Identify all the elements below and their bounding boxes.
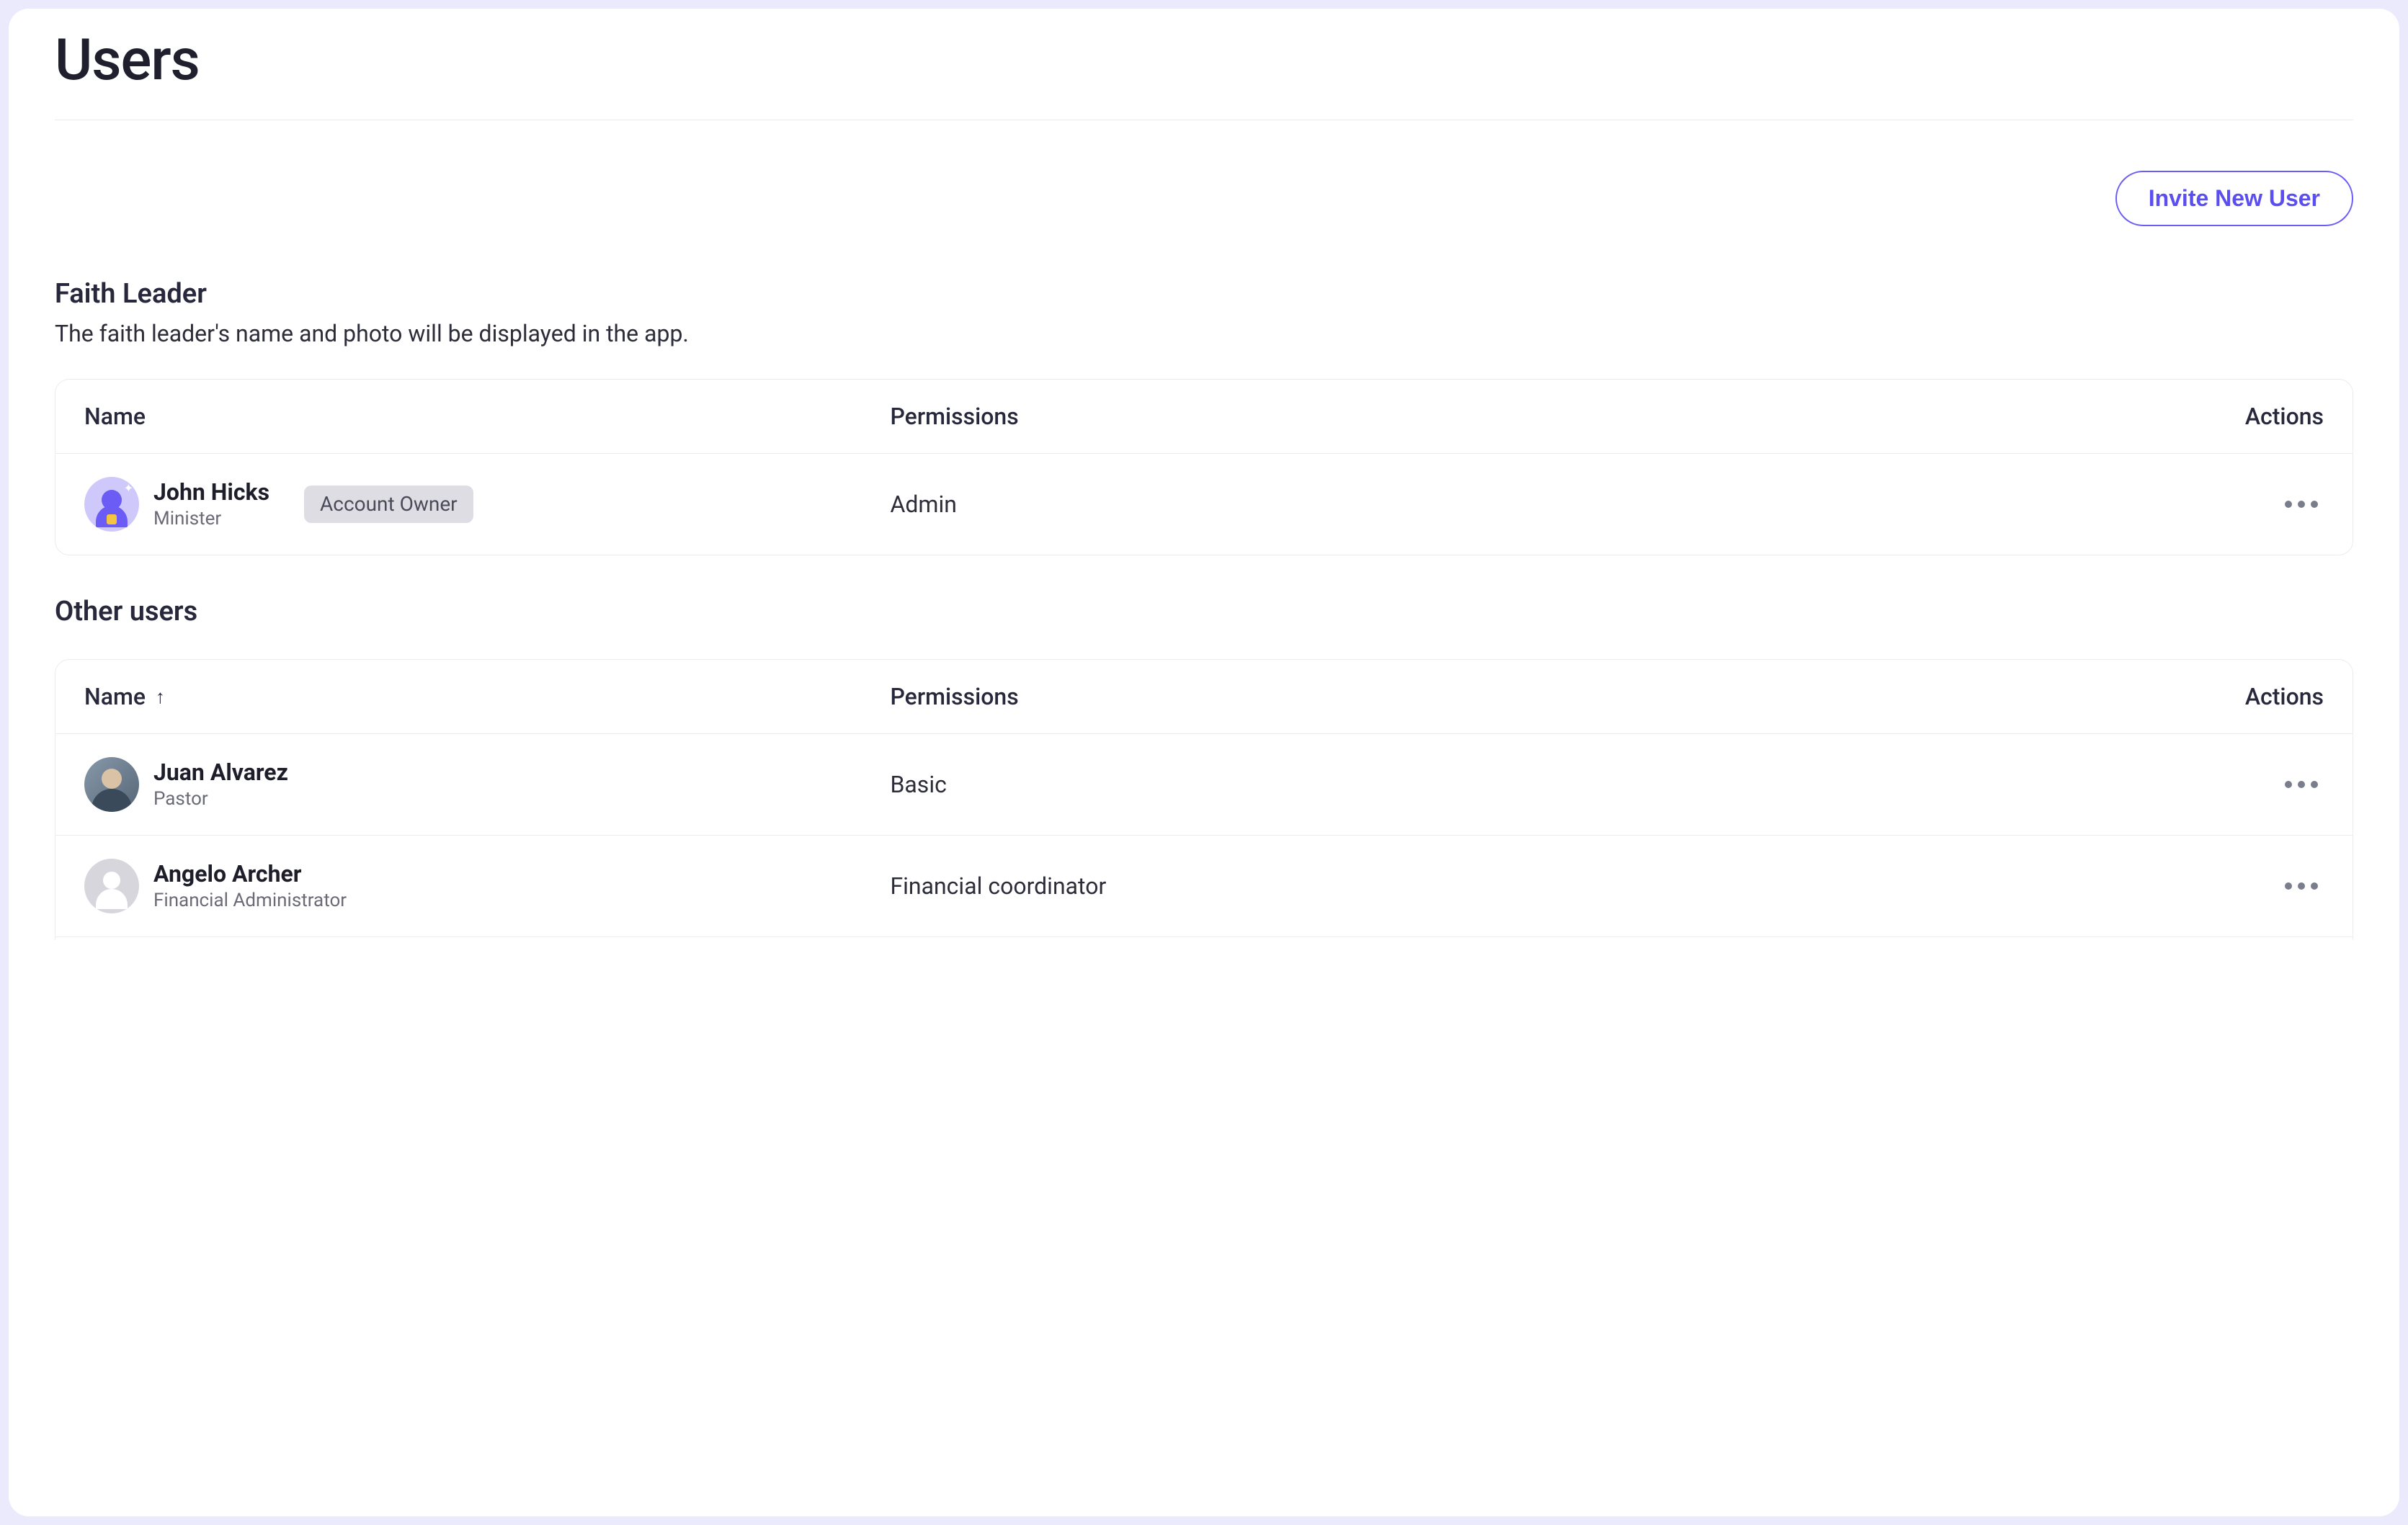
account-owner-badge: Account Owner	[304, 486, 473, 523]
name-text: John Hicks Minister	[153, 478, 269, 530]
other-users-table-header: Name ↑ Permissions Actions	[55, 660, 2353, 733]
faith-leader-subtitle: The faith leader's name and photo will b…	[55, 320, 2353, 347]
invite-new-user-button[interactable]: Invite New User	[2115, 171, 2353, 226]
user-name: Juan Alvarez	[153, 759, 288, 786]
actions-cell	[2180, 495, 2324, 514]
other-users-section: Other users Name ↑ Permissions Actions	[55, 596, 2353, 940]
name-text: Juan Alvarez Pastor	[153, 759, 288, 810]
name-cell: ✦ John Hicks Minister Account Owner	[84, 477, 890, 532]
column-header-name-sortable[interactable]: Name ↑	[84, 683, 890, 710]
avatar	[84, 859, 139, 913]
avatar	[84, 757, 139, 812]
actions-cell	[2180, 877, 2324, 895]
avatar: ✦	[84, 477, 139, 532]
permissions-value: Financial coordinator	[890, 872, 2180, 900]
name-cell: Angelo Archer Financial Administrator	[84, 859, 890, 913]
column-header-permissions: Permissions	[890, 403, 2180, 430]
other-users-title: Other users	[55, 596, 2353, 627]
faith-leader-table-header: Name Permissions Actions	[55, 380, 2353, 453]
faith-leader-title: Faith Leader	[55, 278, 2353, 310]
sort-ascending-icon: ↑	[156, 686, 165, 708]
column-header-permissions: Permissions	[890, 683, 2180, 710]
more-actions-button[interactable]	[2279, 877, 2324, 895]
invite-row: Invite New User	[55, 171, 2353, 226]
faith-leader-table: Name Permissions Actions ✦ John Hicks Mi…	[55, 379, 2353, 555]
table-row: ✦ John Hicks Minister Account Owner Admi…	[55, 453, 2353, 555]
main-card: Users Invite New User Faith Leader The f…	[9, 9, 2399, 1516]
other-users-table: Name ↑ Permissions Actions Juan Alvarez …	[55, 659, 2353, 940]
column-header-actions: Actions	[2180, 403, 2324, 430]
page-title: Users	[55, 26, 2353, 94]
name-cell: Juan Alvarez Pastor	[84, 757, 890, 812]
actions-cell	[2180, 775, 2324, 794]
table-row-partial	[55, 936, 2353, 940]
column-header-name-label: Name	[84, 683, 146, 710]
column-header-actions: Actions	[2180, 683, 2324, 710]
permissions-value: Admin	[890, 491, 2180, 518]
column-header-name: Name	[84, 403, 890, 430]
faith-leader-section: Faith Leader The faith leader's name and…	[55, 278, 2353, 555]
name-text: Angelo Archer Financial Administrator	[153, 860, 347, 912]
more-actions-button[interactable]	[2279, 495, 2324, 514]
user-role: Pastor	[153, 788, 288, 810]
user-name: John Hicks	[153, 478, 269, 506]
permissions-value: Basic	[890, 771, 2180, 798]
sparkle-icon: ✦	[124, 481, 133, 495]
more-actions-button[interactable]	[2279, 775, 2324, 794]
user-role: Financial Administrator	[153, 890, 347, 912]
user-role: Minister	[153, 508, 269, 530]
table-row: Angelo Archer Financial Administrator Fi…	[55, 835, 2353, 936]
table-row: Juan Alvarez Pastor Basic	[55, 733, 2353, 835]
user-name: Angelo Archer	[153, 860, 347, 887]
